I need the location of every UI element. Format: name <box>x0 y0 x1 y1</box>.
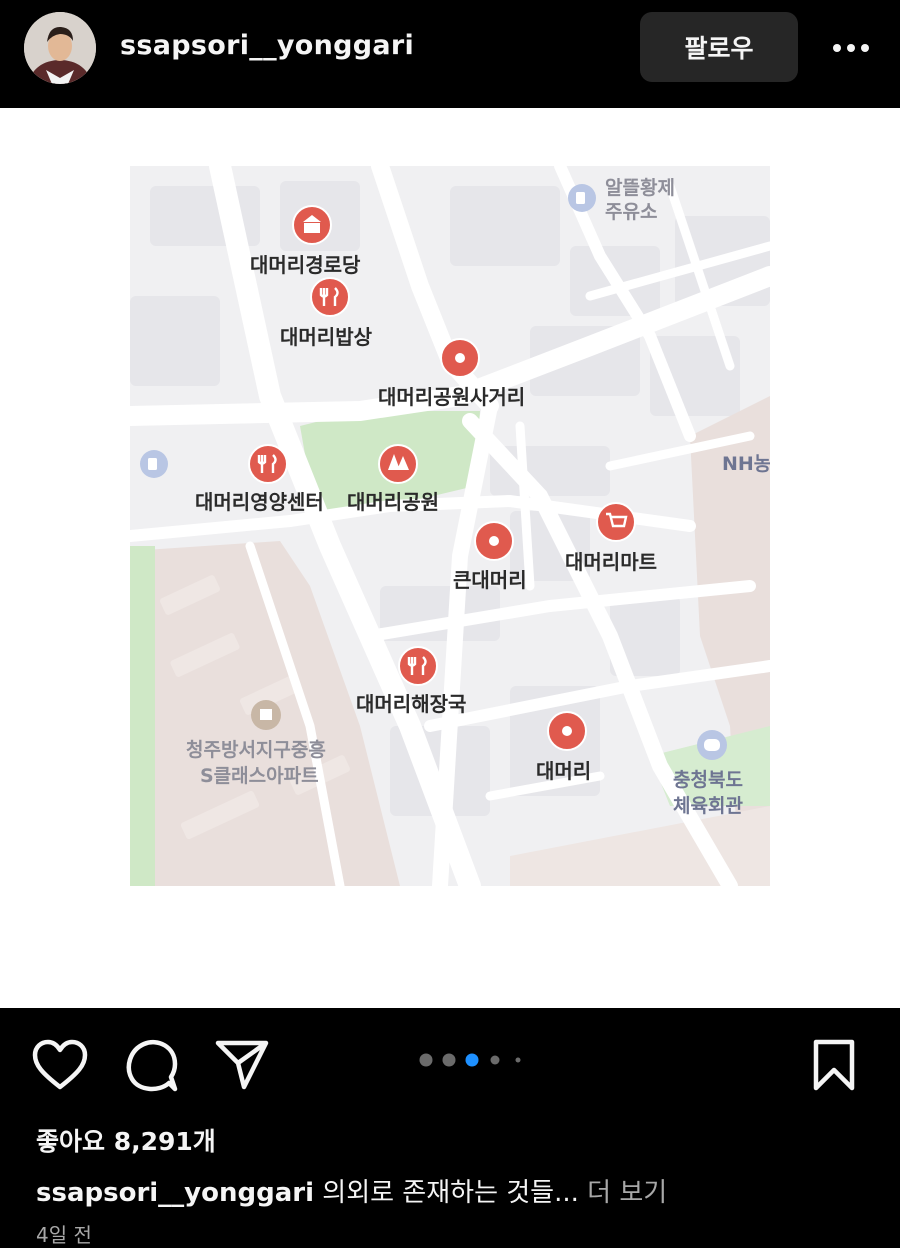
bookmark-icon[interactable] <box>810 1038 858 1092</box>
map-screenshot: 알뜰황제 주유소 NH농 청주방서지구중흥 S클래스아파트 충청북도 체육회관 … <box>130 166 770 886</box>
park-marker-icon <box>378 444 418 484</box>
place-label-1: 대머리경로당 <box>250 253 361 277</box>
location-marker-icon <box>474 521 514 561</box>
carousel-dot <box>515 1057 521 1063</box>
apartment-label-2: S클래스아파트 <box>200 765 319 787</box>
caption-more-link[interactable]: 더 보기 <box>587 1178 667 1208</box>
comment-icon[interactable] <box>125 1039 179 1093</box>
cart-marker-icon <box>596 502 636 542</box>
place-label-7: 대머리마트 <box>565 550 657 574</box>
place-label-6: 큰대머리 <box>453 568 527 592</box>
likes-count[interactable]: 좋아요 8,291개 <box>36 1122 216 1158</box>
place-label-5: 대머리공원 <box>347 490 439 514</box>
avatar-image <box>24 12 96 84</box>
caption: ssapsori__yonggari 의외로 존재하는 것들... 더 보기 <box>36 1172 667 1209</box>
post-actions: 좋아요 8,291개 ssapsori__yonggari 의외로 존재하는 것… <box>0 1008 900 1247</box>
caption-text: 의외로 존재하는 것들... <box>322 1178 579 1208</box>
post-username[interactable]: ssapsori__yonggari <box>120 30 414 61</box>
place-label-4: 대머리영양센터 <box>195 490 324 514</box>
post-header: ssapsori__yonggari 팔로우 <box>0 0 900 108</box>
post-timestamp: 4일 전 <box>36 1223 92 1247</box>
restaurant-marker-icon <box>398 646 438 686</box>
bank-label: NH농 <box>722 453 770 475</box>
gym-label-1: 충청북도 <box>673 769 743 791</box>
building-marker-icon <box>292 205 332 245</box>
gym-label-2: 체육회관 <box>673 795 743 817</box>
share-send-icon[interactable] <box>214 1039 270 1091</box>
gas-station-label-1: 알뜰황제 <box>605 176 675 199</box>
carousel-indicator <box>419 1053 521 1067</box>
restaurant-marker-icon <box>310 277 350 317</box>
more-options-icon[interactable] <box>826 28 876 68</box>
location-marker-icon <box>547 711 587 751</box>
carousel-dot <box>442 1053 456 1067</box>
apartment-label-1: 청주방서지구중흥 <box>186 738 326 761</box>
location-marker-icon <box>440 338 480 378</box>
follow-button[interactable]: 팔로우 <box>640 12 798 82</box>
profile-avatar[interactable] <box>24 12 96 84</box>
map-svg: 알뜰황제 주유소 NH농 청주방서지구중흥 S클래스아파트 충청북도 체육회관 … <box>130 166 770 886</box>
place-label-2: 대머리밥상 <box>280 325 373 349</box>
carousel-dot-active <box>465 1053 479 1067</box>
gas-station-label-2: 주유소 <box>605 201 657 223</box>
caption-username[interactable]: ssapsori__yonggari <box>36 1178 314 1208</box>
place-label-8: 대머리해장국 <box>356 692 466 716</box>
restaurant-marker-icon <box>248 444 288 484</box>
carousel-dot <box>490 1055 500 1065</box>
carousel-dot <box>419 1053 433 1067</box>
place-label-9: 대머리 <box>536 759 591 783</box>
place-label-3: 대머리공원사거리 <box>378 385 525 409</box>
like-heart-icon[interactable] <box>32 1039 88 1091</box>
post-image[interactable]: 알뜰황제 주유소 NH농 청주방서지구중흥 S클래스아파트 충청북도 체육회관 … <box>0 108 900 1008</box>
